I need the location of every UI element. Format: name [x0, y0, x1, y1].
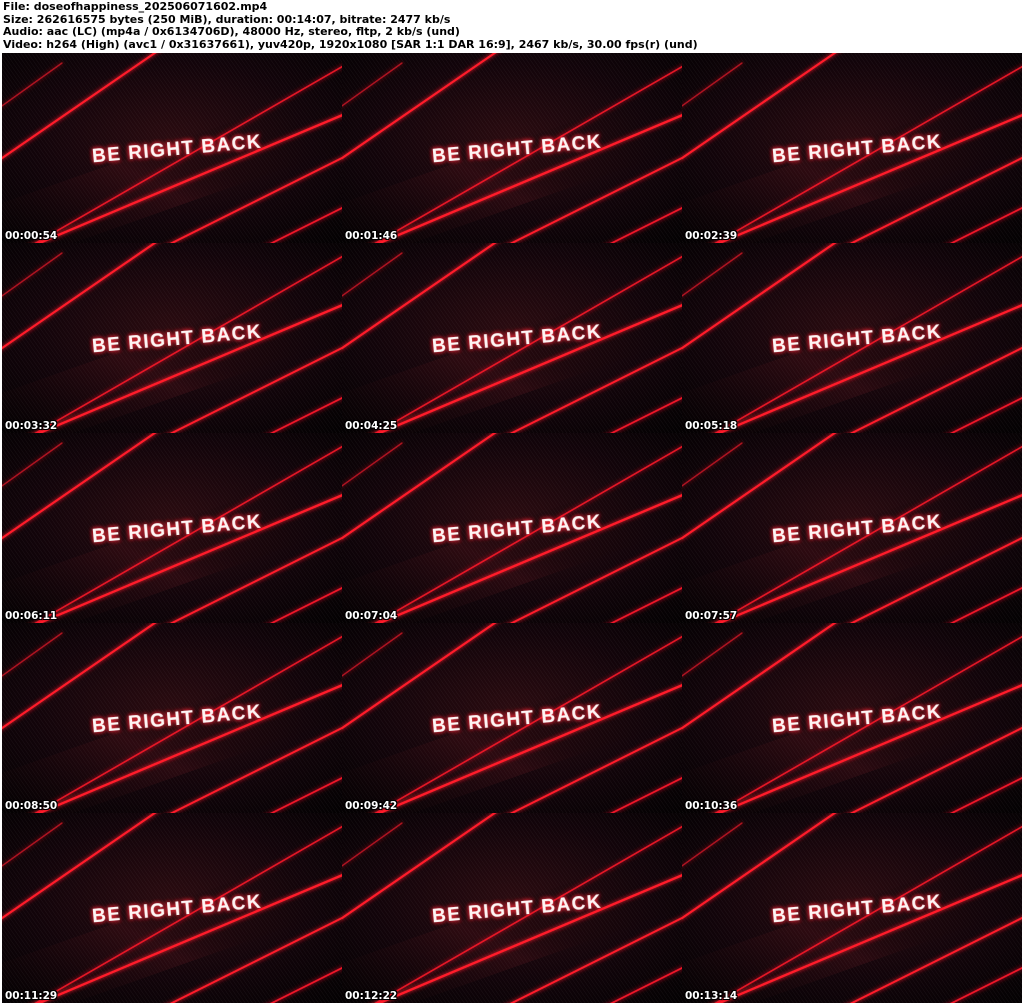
- frame-image: BE RIGHT BACK: [2, 53, 342, 243]
- timestamp-label: 00:03:32: [5, 420, 58, 432]
- timestamp-label: 00:04:25: [345, 420, 398, 432]
- timestamp-label: 00:08:50: [5, 800, 58, 812]
- audio-info-line: Audio: aac (LC) (mp4a / 0x6134706D), 480…: [3, 25, 460, 38]
- video-thumbnail[interactable]: BE RIGHT BACK 00:04:25: [342, 243, 682, 433]
- video-thumbnail[interactable]: BE RIGHT BACK 00:11:29: [2, 813, 342, 1003]
- timestamp-label: 00:06:11: [5, 610, 58, 622]
- timestamp-label: 00:09:42: [345, 800, 398, 812]
- timestamp-label: 00:12:22: [345, 990, 398, 1002]
- video-thumbnail[interactable]: BE RIGHT BACK 00:07:57: [682, 433, 1022, 623]
- frame-image: BE RIGHT BACK: [682, 623, 1022, 813]
- video-thumbnail[interactable]: BE RIGHT BACK 00:09:42: [342, 623, 682, 813]
- thumbnail-grid: BE RIGHT BACK 00:00:54 BE RIGHT BACK 00:01:…: [2, 53, 1022, 1003]
- file-name-line: File: doseofhappiness_202506071602.mp4: [3, 0, 268, 13]
- video-thumbnail[interactable]: BE RIGHT BACK 00:12:22: [342, 813, 682, 1003]
- timestamp-label: 00:05:18: [685, 420, 738, 432]
- timestamp-label: 00:01:46: [345, 230, 398, 242]
- video-thumbnail[interactable]: BE RIGHT BACK 00:01:46: [342, 53, 682, 243]
- video-thumbnail[interactable]: BE RIGHT BACK 00:10:36: [682, 623, 1022, 813]
- frame-image: BE RIGHT BACK: [342, 433, 682, 623]
- video-thumbnail[interactable]: BE RIGHT BACK 00:07:04: [342, 433, 682, 623]
- frame-image: BE RIGHT BACK: [342, 53, 682, 243]
- timestamp-label: 00:10:36: [685, 800, 738, 812]
- video-thumbnail[interactable]: BE RIGHT BACK 00:00:54: [2, 53, 342, 243]
- file-info-header: File: doseofhappiness_202506071602.mp4 S…: [3, 0, 698, 51]
- frame-image: BE RIGHT BACK: [2, 243, 342, 433]
- video-thumbnail[interactable]: BE RIGHT BACK 00:02:39: [682, 53, 1022, 243]
- frame-image: BE RIGHT BACK: [682, 813, 1022, 1003]
- timestamp-label: 00:00:54: [5, 230, 58, 242]
- frame-image: BE RIGHT BACK: [342, 623, 682, 813]
- video-thumbnail[interactable]: BE RIGHT BACK 00:08:50: [2, 623, 342, 813]
- video-thumbnail[interactable]: BE RIGHT BACK 00:06:11: [2, 433, 342, 623]
- video-info-line: Video: h264 (High) (avc1 / 0x31637661), …: [3, 37, 698, 51]
- frame-image: BE RIGHT BACK: [2, 623, 342, 813]
- frame-image: BE RIGHT BACK: [342, 813, 682, 1003]
- frame-image: BE RIGHT BACK: [682, 433, 1022, 623]
- timestamp-label: 00:07:57: [685, 610, 738, 622]
- timestamp-label: 00:11:29: [5, 990, 58, 1002]
- frame-image: BE RIGHT BACK: [2, 433, 342, 623]
- video-thumbnail[interactable]: BE RIGHT BACK 00:05:18: [682, 243, 1022, 433]
- timestamp-label: 00:02:39: [685, 230, 738, 242]
- video-thumbnail[interactable]: BE RIGHT BACK 00:03:32: [2, 243, 342, 433]
- frame-image: BE RIGHT BACK: [2, 813, 342, 1003]
- frame-image: BE RIGHT BACK: [682, 53, 1022, 243]
- frame-image: BE RIGHT BACK: [682, 243, 1022, 433]
- frame-image: BE RIGHT BACK: [342, 243, 682, 433]
- video-thumbnail[interactable]: BE RIGHT BACK 00:13:14: [682, 813, 1022, 1003]
- timestamp-label: 00:07:04: [345, 610, 398, 622]
- timestamp-label: 00:13:14: [685, 990, 738, 1002]
